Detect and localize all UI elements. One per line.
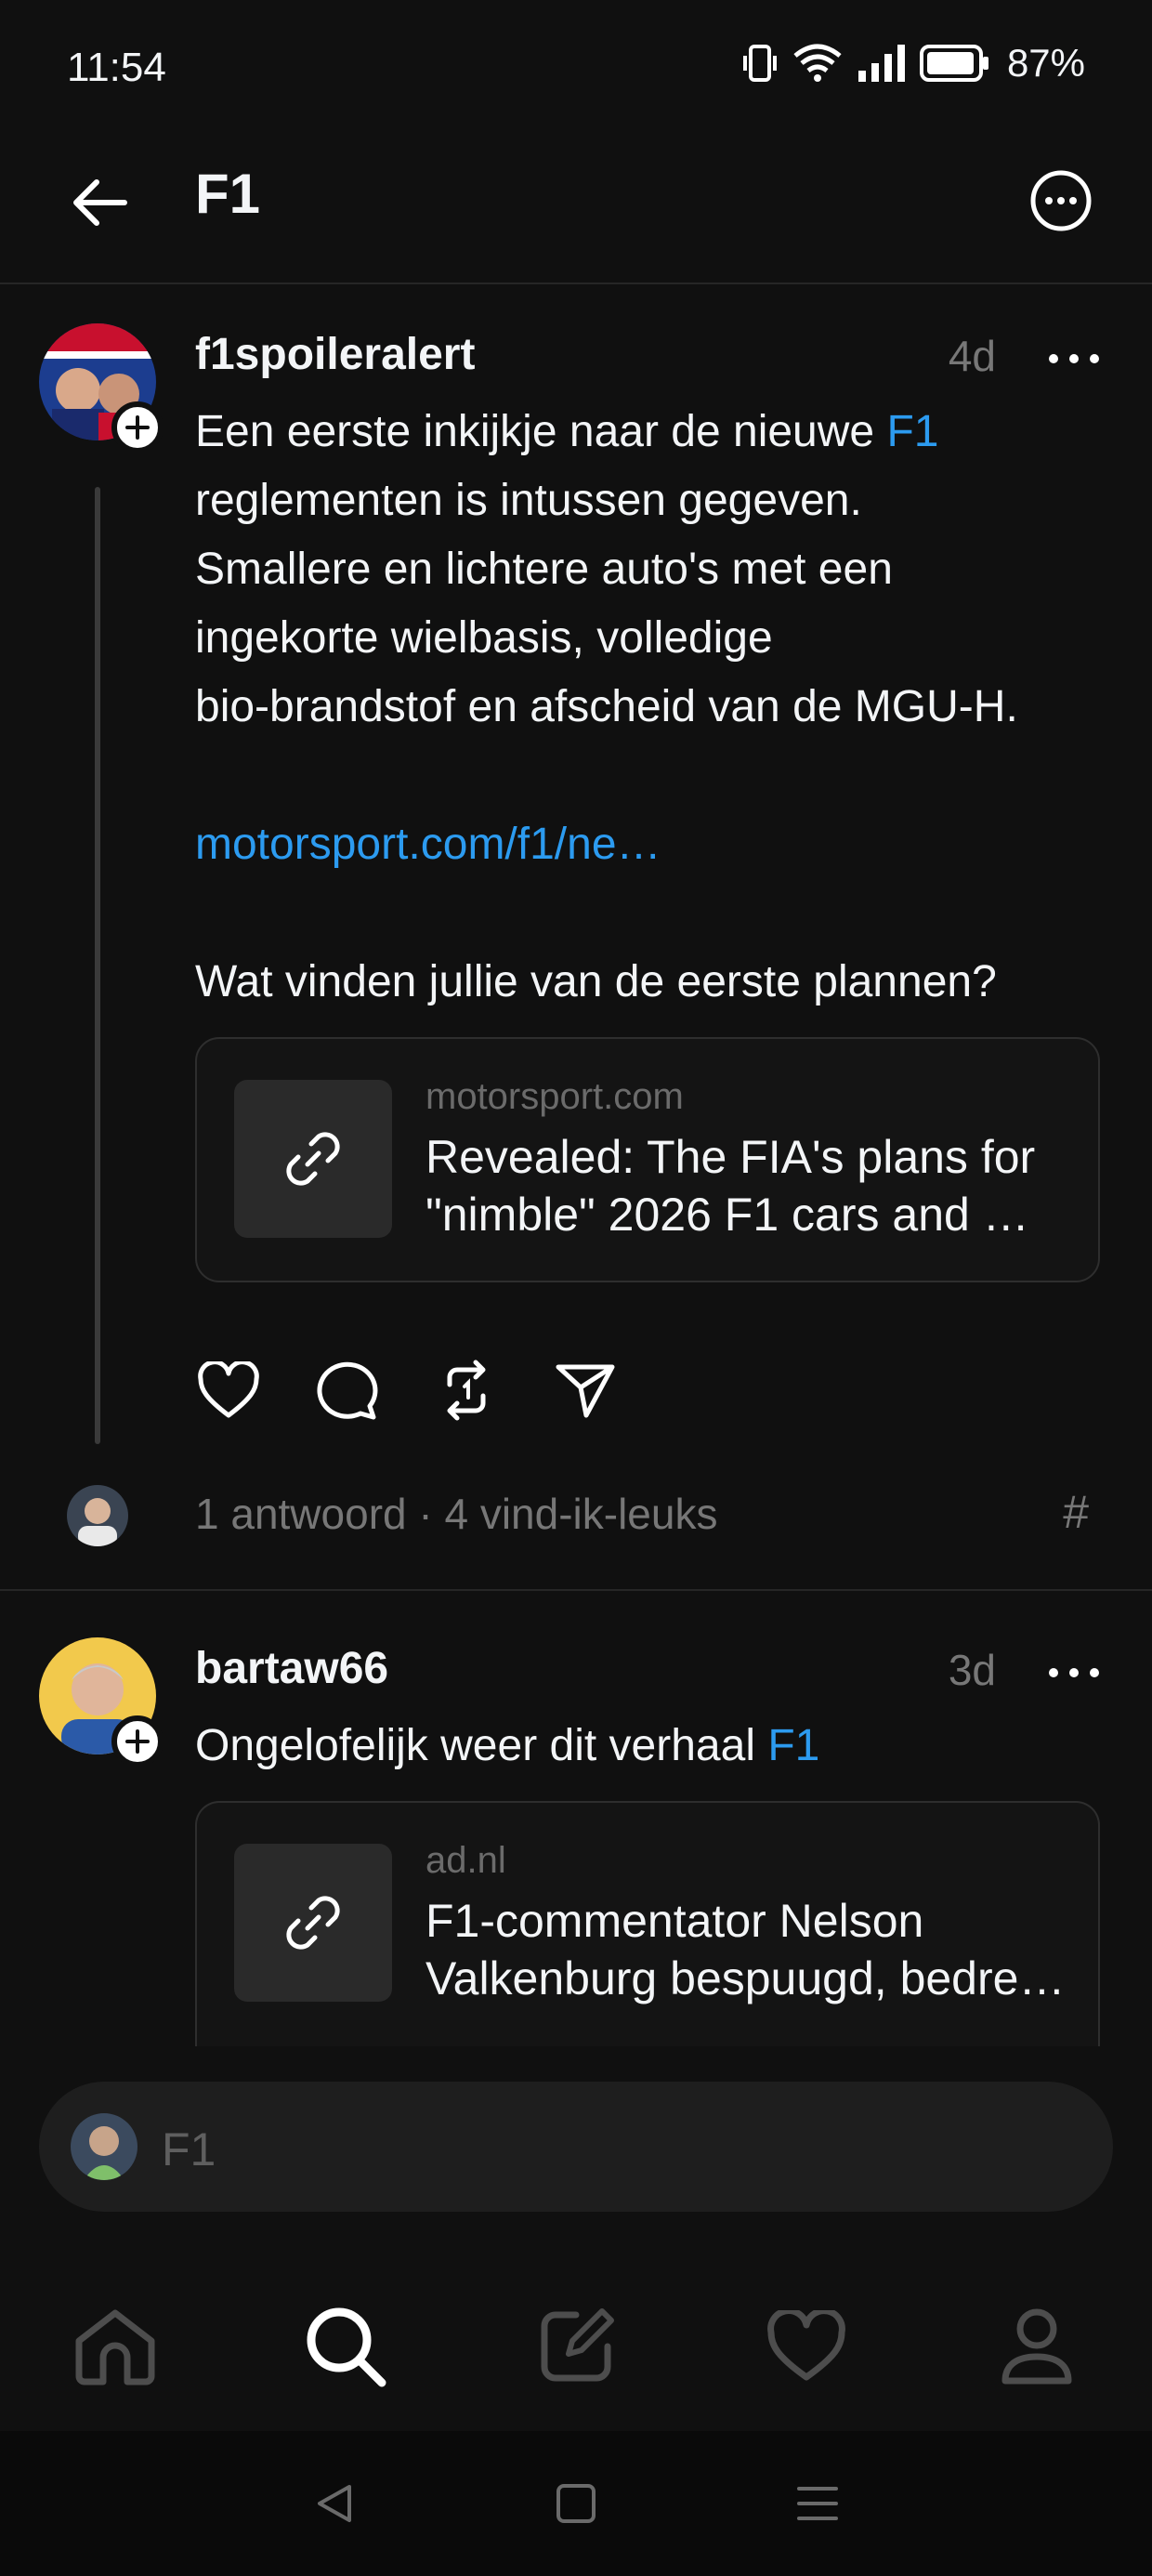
system-navigation-bar (0, 2431, 1152, 2576)
reply-input-bar[interactable]: F1 (39, 2082, 1113, 2212)
square-home-icon (556, 2484, 596, 2523)
link-title: Revealed: The FIA's plans for "nimble" 2… (425, 1131, 1036, 1241)
system-home-button[interactable] (539, 2466, 613, 2541)
ellipsis-icon (1049, 1668, 1099, 1677)
hashtag-icon[interactable]: # (1063, 1485, 1089, 1539)
vibrate-icon (742, 45, 777, 82)
share-button[interactable] (552, 1357, 619, 1424)
thread-line (95, 487, 100, 1444)
hashtag-link[interactable]: F1 (886, 407, 938, 456)
battery-percent: 87% (1006, 41, 1085, 85)
plus-icon (125, 415, 150, 440)
link-thumbnail (234, 1844, 392, 2002)
bottom-navigation (0, 2267, 1152, 2425)
plus-icon (125, 1729, 150, 1754)
link-title: F1-commentator Nelson Valkenburg bespuug… (425, 1895, 1066, 2004)
ellipsis-circle-icon (1030, 170, 1092, 231)
heart-icon (767, 2310, 845, 2381)
reply-placeholder: F1 (162, 2123, 216, 2175)
link-preview-card[interactable]: motorsport.com Revealed: The FIA's plans… (195, 1037, 1100, 1282)
post-actions (195, 1357, 619, 1424)
page-title: F1 (195, 163, 261, 225)
post-text-line: reglementen is intussen gegeven. (195, 476, 862, 525)
status-bar: 11:54 87% (0, 0, 1152, 139)
nav-home[interactable] (0, 2267, 230, 2425)
home-icon (75, 2309, 155, 2385)
top-bar: F1 (0, 139, 1152, 284)
post-more-button[interactable] (1041, 1652, 1107, 1693)
system-recents-button[interactable] (780, 2466, 855, 2541)
reply-avatar[interactable] (67, 1485, 128, 1546)
post-text-line: bio-brandstof en afscheid van de MGU-H. (195, 682, 1018, 731)
post-body: Ongelofelijk weer dit verhaal F1 (195, 1721, 820, 1770)
repost-icon (447, 1360, 486, 1421)
comment-button[interactable] (314, 1357, 381, 1424)
link-icon (286, 1132, 340, 1186)
profile-icon (1001, 2308, 1072, 2385)
heart-icon (198, 1361, 259, 1418)
status-time: 11:54 (67, 45, 166, 90)
nav-activity[interactable] (691, 2267, 922, 2425)
post-time: 4d (948, 332, 996, 380)
ellipsis-icon (1049, 354, 1099, 363)
nav-search[interactable] (230, 2267, 461, 2425)
replier-avatar-image (67, 1485, 128, 1546)
current-user-avatar-image (71, 2113, 137, 2180)
link-icon (286, 1896, 340, 1950)
username[interactable]: f1spoileralert (195, 329, 475, 380)
post-text-line: ingekorte wielbasis, volledige (195, 613, 773, 663)
username[interactable]: bartaw66 (195, 1643, 388, 1694)
current-user-avatar (71, 2113, 137, 2180)
like-button[interactable] (195, 1357, 262, 1424)
send-icon (556, 1364, 615, 1418)
compose-icon (541, 2308, 614, 2382)
post-url-link[interactable]: motorsport.com/f1/ne… (195, 810, 1115, 879)
hashtag-link[interactable]: F1 (767, 1721, 819, 1770)
post: f1spoileralert 4d Een eerste inkijkje na… (0, 284, 1152, 1589)
post-stats[interactable]: 1 antwoord · 4 vind-ik-leuks (195, 1489, 717, 1539)
post-stats-row: 1 antwoord · 4 vind-ik-leuks # (0, 1474, 1152, 1557)
post: bartaw66 3d Ongelofelijk weer dit verhaa… (0, 1591, 1152, 2046)
link-thumbnail (234, 1080, 392, 1238)
post-text-line: Wat vinden jullie van de eerste plannen? (195, 957, 997, 1006)
triangle-back-icon (318, 2485, 351, 2522)
status-icons: 87% (741, 41, 1085, 85)
post-time: 3d (948, 1646, 996, 1694)
post-text-line: Een eerste inkijkje naar de nieuwe F1 (195, 407, 939, 456)
back-button[interactable] (59, 164, 137, 242)
battery-icon (919, 45, 988, 82)
repost-button[interactable] (433, 1357, 500, 1424)
nav-compose[interactable] (461, 2267, 691, 2425)
link-domain: ad.nl (425, 1840, 506, 1881)
nav-profile[interactable] (922, 2267, 1152, 2425)
menu-lines-icon (797, 2487, 838, 2520)
post-more-button[interactable] (1041, 338, 1107, 379)
post-text-line: Smallere en lichtere auto's met een (195, 545, 893, 594)
signal-icon (857, 45, 905, 82)
system-back-button[interactable] (297, 2466, 372, 2541)
app-screen: 11:54 87% F1 f1spoileralert 4d Een eerst… (0, 0, 1152, 2576)
link-preview-card[interactable]: ad.nl F1-commentator Nelson Valkenburg b… (195, 1801, 1100, 2046)
link-domain: motorsport.com (425, 1076, 684, 1117)
wifi-icon (793, 44, 842, 82)
arrow-left-icon (73, 179, 127, 226)
post-body: Een eerste inkijkje naar de nieuwe F1 re… (195, 398, 1115, 1017)
more-options-button[interactable] (1022, 162, 1100, 240)
comment-icon (317, 1361, 378, 1420)
follow-button[interactable] (111, 401, 164, 453)
follow-button[interactable] (111, 1715, 164, 1768)
search-icon (307, 2307, 386, 2387)
